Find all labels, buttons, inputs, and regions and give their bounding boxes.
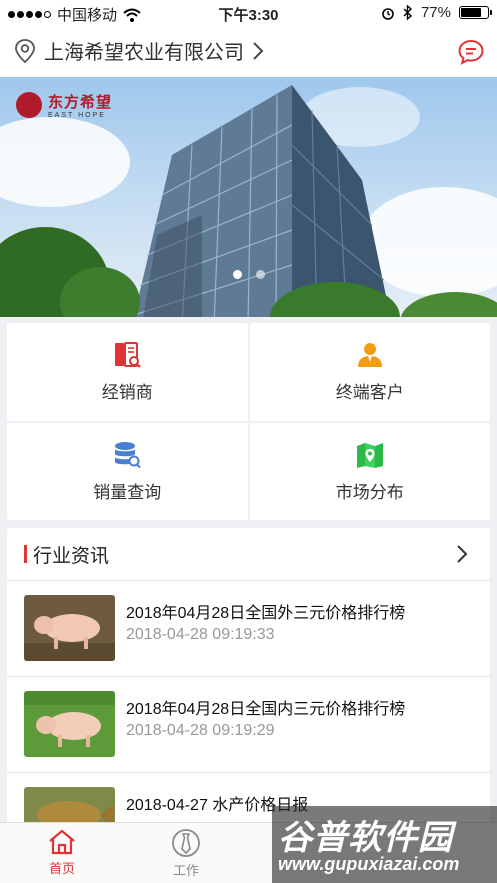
menu-item-sales-query[interactable]: 销量查询 — [7, 422, 248, 520]
carousel-dot[interactable] — [232, 270, 242, 279]
news-item-title: 2018年04月28日全国外三元价格排行榜 — [126, 605, 406, 622]
watermark-text-cn: 谷普软件园 — [278, 819, 453, 857]
logo-mark-icon — [16, 92, 42, 118]
company-logo: 东方希望 EAST HOPE — [16, 91, 112, 119]
industry-news-section: 行业资讯 2018年04月28日全国外三元价格排行榜 2018-04-28 09… — [7, 528, 490, 828]
tie-icon — [172, 829, 200, 857]
menu-label: 销量查询 — [93, 482, 162, 502]
menu-item-market-distribution[interactable]: 市场分布 — [249, 422, 490, 520]
news-item-time: 2018-04-28 09:19:29 — [126, 722, 275, 739]
news-header[interactable]: 行业资讯 — [7, 528, 490, 581]
banner-carousel[interactable]: 东方希望 EAST HOPE — [0, 77, 497, 317]
logo-text-cn: 东方希望 — [48, 94, 113, 111]
site-watermark: 谷普软件园 www.gupuxiazai.com — [272, 806, 497, 883]
news-item-time: 2018-04-28 09:19:33 — [126, 626, 275, 643]
menu-item-dealers[interactable]: 经销商 — [7, 323, 248, 421]
alarm-icon — [382, 7, 394, 20]
battery-icon — [459, 6, 492, 19]
status-right: 77% — [381, 4, 492, 21]
tab-work[interactable]: 工作 — [146, 828, 226, 879]
chat-bubble-icon[interactable] — [457, 38, 485, 66]
map-pin-icon — [356, 442, 383, 468]
menu-label: 经销商 — [101, 383, 153, 403]
battery-percent: 77% — [420, 4, 451, 21]
company-name: 上海希望农业有限公司 — [44, 42, 244, 64]
news-section-title: 行业资讯 — [33, 546, 110, 567]
section-accent-bar — [24, 545, 27, 563]
chevron-right-icon — [253, 41, 264, 60]
pig-grass-photo-thumbnail — [24, 691, 115, 757]
book-search-icon — [115, 342, 141, 368]
tab-home[interactable]: 首页 — [22, 828, 102, 877]
bluetooth-icon — [403, 5, 412, 20]
news-item[interactable]: 2018年04月28日全国内三元价格排行榜 2018-04-28 09:19:2… — [7, 677, 490, 773]
news-item[interactable]: 2018年04月28日全国外三元价格排行榜 2018-04-28 09:19:3… — [7, 581, 490, 677]
menu-label: 终端客户 — [335, 383, 404, 403]
carousel-dots — [0, 270, 497, 279]
menu-label: 市场分布 — [335, 482, 404, 502]
tab-label: 工作 — [172, 863, 199, 878]
carousel-dot[interactable] — [255, 270, 265, 279]
company-selector[interactable]: 上海希望农业有限公司 — [14, 36, 264, 65]
menu-item-end-customers[interactable]: 终端客户 — [249, 323, 490, 421]
home-icon — [49, 829, 75, 855]
app-header: 上海希望农业有限公司 — [0, 26, 497, 77]
tab-label: 首页 — [48, 861, 75, 876]
quick-menu-grid: 经销商 终端客户 销量查询 市场分布 — [7, 323, 490, 520]
person-icon — [357, 343, 382, 368]
news-item-title: 2018年04月28日全国内三元价格排行榜 — [126, 701, 406, 718]
logo-text-en: EAST HOPE — [48, 112, 106, 119]
pig-photo-thumbnail — [24, 595, 115, 661]
banner-tree — [400, 292, 497, 317]
watermark-text-en: www.gupuxiazai.com — [278, 854, 460, 874]
chevron-right-icon[interactable] — [456, 544, 468, 564]
location-pin-icon — [15, 38, 35, 63]
status-bar: 中国移动 下午3:30 77% — [0, 0, 497, 26]
logo-text: 东方希望 EAST HOPE — [48, 91, 112, 119]
database-search-icon — [115, 441, 141, 468]
